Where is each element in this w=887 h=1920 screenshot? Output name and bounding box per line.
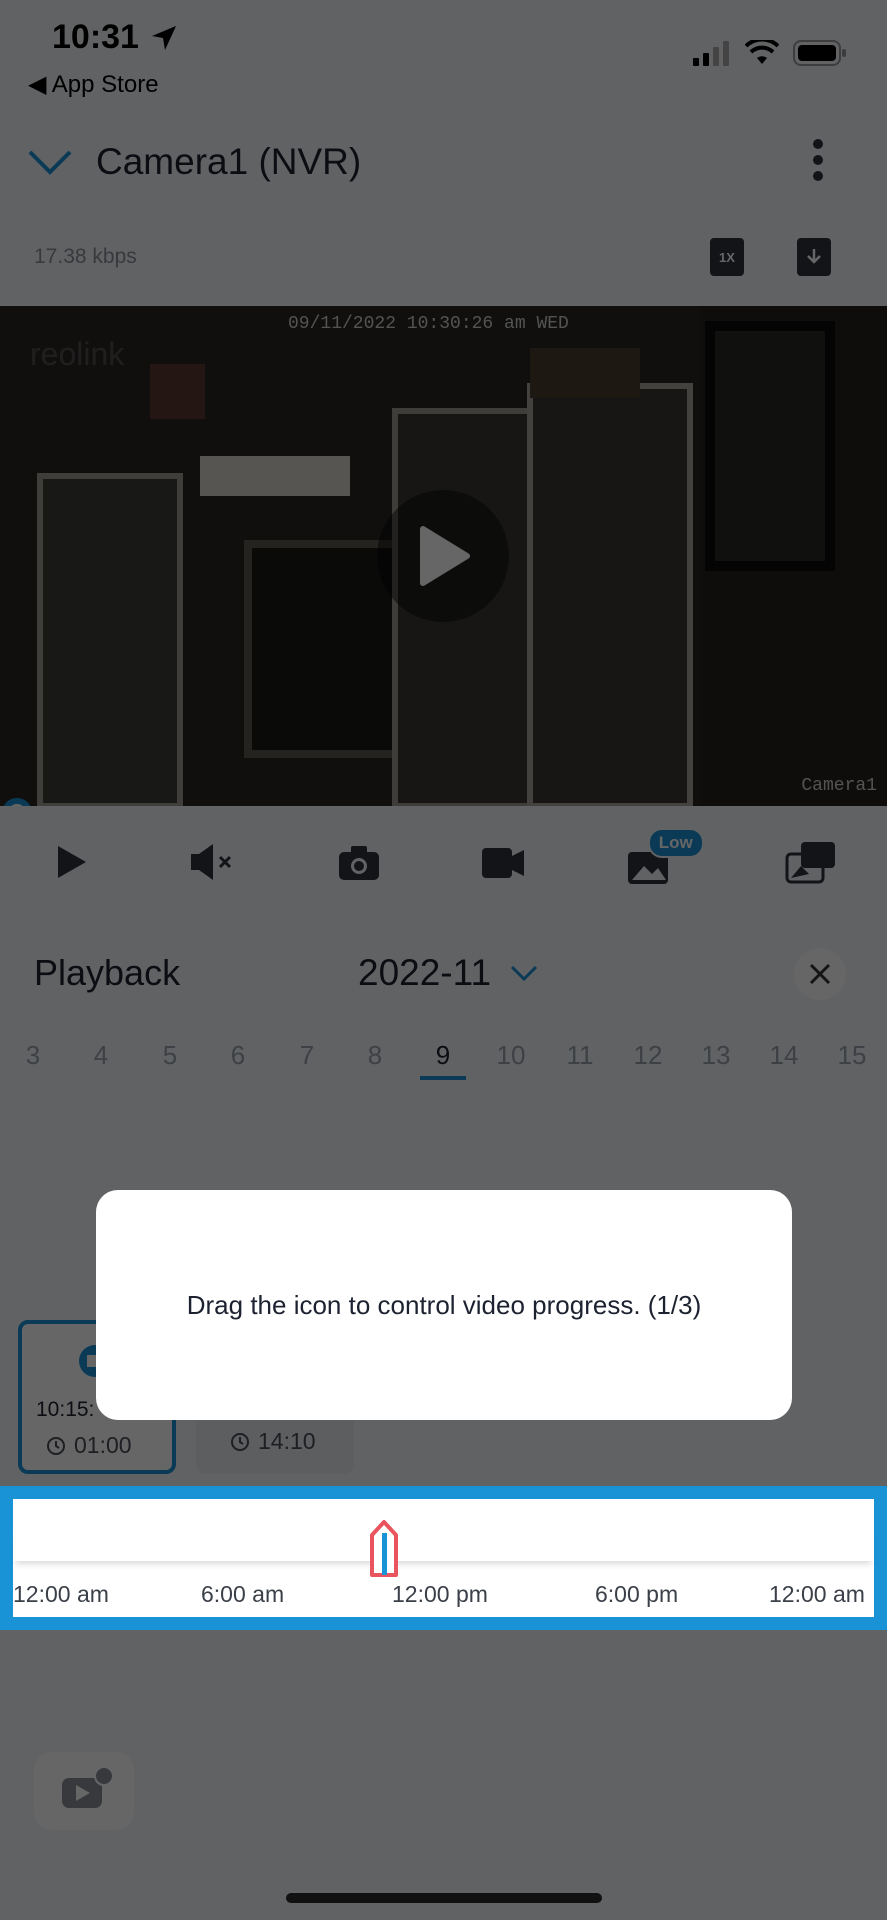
day-strip: 3 4 5 6 7 8 9 10 11 12 13 14 15	[0, 1040, 887, 1080]
day-item[interactable]: 7	[282, 1040, 332, 1071]
camera-snapshot-icon[interactable]	[337, 842, 381, 882]
clip-start-time: 10:15:	[36, 1398, 95, 1421]
day-item[interactable]: 10	[486, 1040, 536, 1071]
selected-day-underline	[420, 1076, 466, 1080]
month-selector[interactable]: 2022-11	[358, 952, 539, 994]
location-arrow-icon	[152, 26, 176, 50]
day-item-selected[interactable]: 9	[418, 1040, 468, 1071]
bitrate-label: 17.38 kbps	[34, 245, 137, 268]
day-item[interactable]: 11	[555, 1040, 605, 1071]
download-icon	[807, 249, 821, 264]
video-player[interactable]: 09/11/2022 10:30:26 am WED reolink Camer…	[0, 306, 887, 806]
day-item[interactable]: 14	[759, 1040, 809, 1071]
battery-icon	[793, 40, 846, 66]
day-item[interactable]: 5	[145, 1040, 195, 1071]
status-time: 10:31	[52, 18, 139, 56]
close-icon	[809, 963, 831, 985]
timeline-track[interactable]	[13, 1527, 874, 1561]
timeline-label: 12:00 am	[769, 1581, 865, 1607]
month-label: 2022-11	[358, 952, 492, 993]
playback-label: Playback	[34, 952, 181, 993]
download-button[interactable]	[797, 238, 831, 276]
play-icon[interactable]	[50, 842, 90, 882]
timeline-label: 6:00 am	[201, 1581, 285, 1607]
tutorial-tooltip-text: Drag the icon to control video progress.…	[186, 1289, 702, 1320]
day-item[interactable]: 8	[350, 1040, 400, 1071]
clips-fab-button[interactable]	[34, 1752, 134, 1830]
timeline-label: 12:00 am	[13, 1581, 109, 1607]
timeline-highlight: 12:00 am 6:00 am 12:00 pm 6:00 pm 12:00 …	[0, 1486, 887, 1630]
day-item[interactable]: 12	[623, 1040, 673, 1071]
timeline-label: 12:00 pm	[392, 1581, 488, 1607]
play-icon	[420, 526, 470, 586]
video-list-icon	[62, 1766, 114, 1808]
timeline[interactable]: 12:00 am 6:00 am 12:00 pm 6:00 pm 12:00 …	[13, 1499, 874, 1617]
quality-badge: Low	[647, 828, 704, 858]
chevron-down-icon	[510, 965, 538, 982]
back-to-app-store[interactable]: ◀ App Store	[28, 70, 159, 99]
video-watermark: reolink	[30, 336, 125, 372]
signal-icon	[693, 41, 729, 66]
video-timestamp: 09/11/2022 10:30:26 am WED	[288, 314, 569, 334]
title-row: Camera1 (NVR)	[26, 132, 861, 192]
playback-speed-button[interactable]: 1X	[710, 238, 744, 276]
camera-label: Camera1	[801, 776, 877, 796]
play-overlay-button[interactable]	[377, 490, 509, 622]
timeline-label: 6:00 pm	[595, 1581, 679, 1607]
multi-view-icon[interactable]	[785, 840, 837, 884]
status-indicators	[693, 40, 847, 66]
more-options-icon[interactable]	[811, 136, 825, 184]
clip-duration-text: 14:10	[258, 1428, 316, 1454]
tutorial-tooltip: Drag the icon to control video progress.…	[96, 1190, 792, 1420]
close-playback-button[interactable]	[794, 948, 846, 1000]
day-item[interactable]: 3	[8, 1040, 58, 1071]
wifi-icon	[745, 40, 779, 64]
day-item[interactable]: 6	[213, 1040, 263, 1071]
chevron-down-icon[interactable]	[26, 142, 74, 182]
clip-duration: 14:10	[230, 1428, 316, 1455]
day-item[interactable]: 13	[691, 1040, 741, 1071]
home-indicator[interactable]	[286, 1893, 602, 1903]
clock-icon	[47, 1436, 65, 1455]
record-video-icon[interactable]	[480, 842, 526, 882]
timeline-labels: 12:00 am 6:00 am 12:00 pm 6:00 pm 12:00 …	[13, 1581, 874, 1611]
clock-icon	[231, 1432, 249, 1451]
day-item[interactable]: 15	[827, 1040, 877, 1071]
player-controls: Low	[0, 806, 887, 918]
quality-button[interactable]: Low	[626, 828, 704, 890]
day-item[interactable]: 4	[76, 1040, 126, 1071]
camera-title: Camera1 (NVR)	[96, 141, 362, 182]
clip-duration: 01:00	[46, 1432, 132, 1459]
mute-icon[interactable]	[189, 842, 237, 882]
clip-duration-text: 01:00	[74, 1432, 132, 1458]
timeline-drag-handle-icon[interactable]	[368, 1519, 400, 1577]
